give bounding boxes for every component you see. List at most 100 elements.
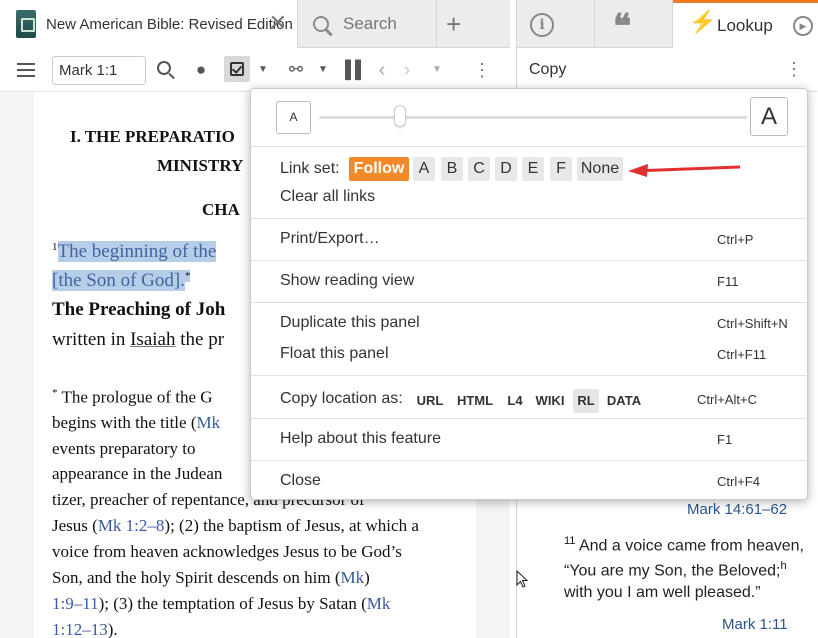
chapter-heading: CHA [202, 200, 240, 219]
isaiah-link[interactable]: Isaiah [130, 329, 175, 350]
copy-format-l4[interactable]: L4 [503, 389, 527, 413]
copy-button[interactable]: Copy [529, 61, 566, 79]
verse-text: written in [52, 329, 131, 350]
panel-menu: A A Link set: Follow A B C D E F None Cl… [250, 88, 809, 500]
increase-font-button[interactable]: A [750, 97, 788, 136]
close-panel-item[interactable]: Close [280, 472, 321, 490]
footnote-text: ); (3) the temptation of Jesus by Satan … [98, 594, 367, 613]
parallel-icon[interactable]: ▌▌ [344, 59, 367, 81]
float-panel-item[interactable]: Float this panel [280, 345, 389, 363]
footnote-line: 1:9–11); (3) the temptation of Jesus by … [52, 594, 390, 614]
link-set-b[interactable]: B [441, 157, 463, 181]
section-heading: I. THE PREPARATIO [70, 127, 235, 146]
scripture-link[interactable]: 1:12–13 [52, 620, 108, 638]
lightning-icon: ⚡ [689, 9, 717, 34]
verse-text: [the Son of God]. [52, 270, 185, 292]
annotation-arrow-icon [628, 164, 741, 177]
verse-text: the pr [175, 329, 225, 350]
copy-format-url[interactable]: URL [413, 389, 447, 413]
add-tab-button[interactable]: + [446, 9, 461, 40]
footnote-text: Son, and the holy Spirit descends on him… [52, 568, 341, 587]
menu-icon[interactable] [17, 63, 35, 77]
scripture-link[interactable]: Mk [367, 594, 391, 613]
divider [251, 302, 809, 303]
people-icon[interactable]: ● [190, 59, 212, 81]
shortcut-label: F11 [717, 274, 739, 289]
decrease-font-button[interactable]: A [276, 101, 311, 134]
chevron-down-icon[interactable]: ▼ [312, 59, 334, 81]
verse-text: And a voice came from heaven, “You are m… [564, 537, 804, 580]
note-marker[interactable]: h [780, 560, 786, 572]
divider [251, 418, 809, 419]
chevron-down-icon[interactable]: ▼ [252, 59, 274, 81]
verse-text: with you I am well pleased.” [564, 583, 761, 601]
link-set-c[interactable]: C [468, 157, 490, 181]
scroll-right-icon[interactable]: ▶ [793, 16, 813, 36]
link-set-e[interactable]: E [522, 157, 544, 181]
quote-icon: ❝ [613, 7, 632, 47]
font-size-slider[interactable] [319, 116, 747, 119]
forward-icon[interactable]: › [396, 59, 418, 81]
copy-format-data[interactable]: DATA [604, 389, 644, 413]
shortcut-label: Ctrl+P [717, 232, 754, 247]
link-set-d[interactable]: D [495, 157, 517, 181]
duplicate-panel-item[interactable]: Duplicate this panel [280, 314, 420, 332]
tab-lookup-label: Lookup [717, 16, 773, 35]
link-set-f[interactable]: F [550, 157, 572, 181]
reference-input[interactable] [52, 56, 146, 85]
print-export-item[interactable]: Print/Export… [280, 230, 380, 248]
tab-lookup[interactable]: ⚡ Lookup ▶ [673, 0, 818, 48]
tab-book[interactable]: New American Bible: Revised Edition ✕ [0, 0, 298, 48]
shortcut-label: Ctrl+Shift+N [717, 316, 788, 331]
chevron-down-icon[interactable]: ▼ [426, 59, 448, 81]
more-options-icon[interactable]: ⋮ [471, 59, 493, 81]
scripture-link[interactable]: Mk [341, 568, 365, 587]
tab-information[interactable]: i [517, 0, 595, 48]
tab-search[interactable]: Search [299, 0, 437, 48]
back-icon[interactable]: ‹ [371, 59, 393, 81]
search-icon[interactable] [155, 59, 177, 81]
copy-format-html[interactable]: HTML [452, 389, 498, 413]
reading-view-item[interactable]: Show reading view [280, 272, 414, 290]
footnote-line: 1:12–13). [52, 620, 118, 638]
verse-text: The beginning of the [57, 241, 217, 263]
shortcut-label: Ctrl+Alt+C [697, 392, 757, 407]
scripture-link[interactable]: Mk 1:2–8 [98, 516, 165, 535]
footnote-line: Son, and the holy Spirit descends on him… [52, 568, 370, 587]
verse-line[interactable]: 1The beginning of the [52, 241, 217, 263]
reference-link[interactable]: Mark 14:61–62 [687, 501, 787, 518]
help-item[interactable]: Help about this feature [280, 430, 441, 448]
footnote-text: The prologue of the G [61, 387, 213, 407]
verse-line[interactable]: [the Son of God].* [52, 270, 191, 292]
verse-number: 1 [52, 241, 58, 253]
divider [251, 218, 809, 219]
tab-quotes[interactable]: ❝ [595, 0, 673, 48]
divider [251, 260, 809, 261]
reference-link[interactable]: Mark 1:11 [722, 616, 788, 633]
link-set-none[interactable]: None [577, 157, 623, 181]
copy-format-wiki[interactable]: WIKI [532, 389, 568, 413]
copy-format-rl[interactable]: RL [573, 389, 599, 413]
footnote-marker[interactable]: * [184, 270, 191, 282]
scripture-link[interactable]: 1:9–11 [52, 594, 99, 613]
tab-search-label: Search [343, 14, 397, 33]
visual-filter-icon[interactable] [224, 56, 250, 82]
slider-thumb[interactable] [394, 105, 407, 127]
clear-links-item[interactable]: Clear all links [280, 188, 375, 206]
scripture-link[interactable]: Mk [196, 413, 220, 432]
section-heading-line2: MINISTRY [157, 156, 244, 175]
shortcut-label: Ctrl+F11 [717, 347, 767, 362]
more-options-icon[interactable]: ⋮ [785, 59, 803, 80]
link-set-icon[interactable]: ⚯ [285, 59, 307, 81]
tab-book-title: New American Bible: Revised Edition [46, 15, 293, 33]
left-tab-bar: New American Bible: Revised Edition ✕ Se… [0, 0, 510, 48]
shortcut-label: F1 [717, 432, 733, 447]
footnote-line: events preparatory to [52, 439, 196, 458]
footnote-line: * The prologue of the G [52, 387, 213, 408]
footnote-line: appearance in the Judean [52, 464, 223, 483]
close-icon[interactable]: ✕ [269, 12, 287, 34]
link-set-follow[interactable]: Follow [349, 157, 409, 181]
link-set-a[interactable]: A [413, 157, 435, 181]
book-cover-icon [16, 10, 36, 38]
divider [251, 375, 809, 376]
